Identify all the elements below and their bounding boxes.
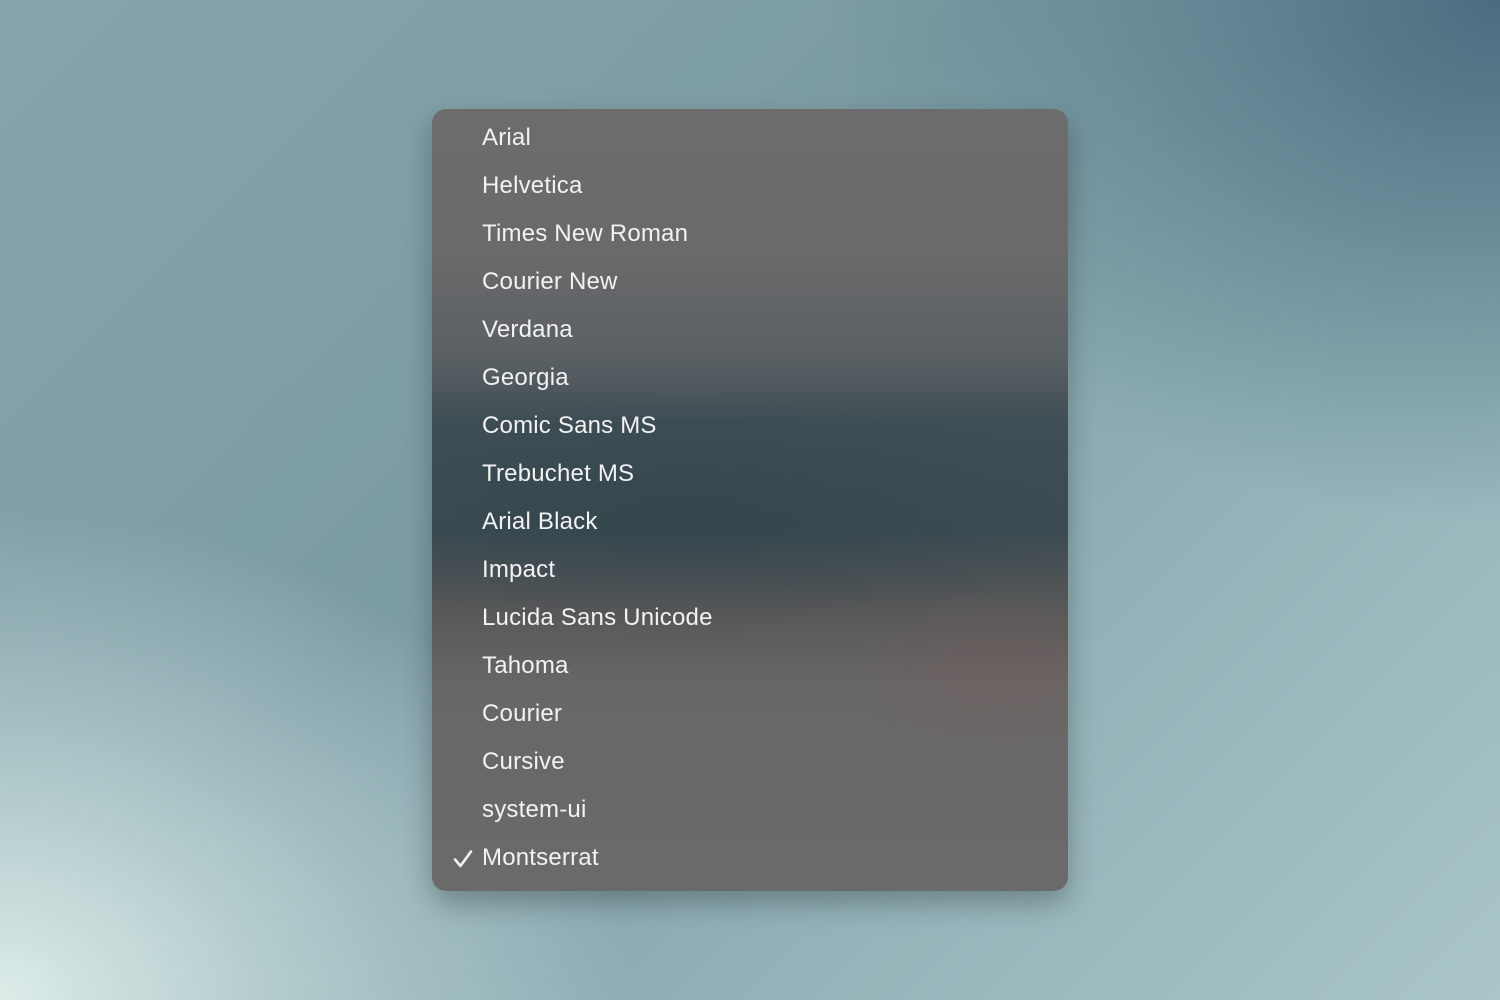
menu-item-label: Times New Roman [482,220,689,247]
menu-item-arial[interactable]: Arial [432,114,1068,162]
font-menu-list: Arial Helvetica Times New Roman Courier … [432,109,1068,882]
menu-item-trebuchet-ms[interactable]: Trebuchet MS [432,450,1068,498]
menu-item-cursive[interactable]: Cursive [432,738,1068,786]
menu-item-montserrat[interactable]: Montserrat [432,834,1068,882]
menu-item-verdana[interactable]: Verdana [432,306,1068,354]
menu-item-times-new-roman[interactable]: Times New Roman [432,210,1068,258]
menu-item-label: Helvetica [482,172,583,199]
menu-item-label: system-ui [482,796,587,823]
menu-item-label: Georgia [482,364,569,391]
menu-item-label: Comic Sans MS [482,412,657,439]
menu-item-label: Verdana [482,316,573,343]
font-dropdown-menu: Arial Helvetica Times New Roman Courier … [432,109,1068,891]
menu-item-label: Cursive [482,748,565,775]
menu-item-impact[interactable]: Impact [432,546,1068,594]
menu-item-label: Montserrat [482,844,599,871]
menu-item-label: Tahoma [482,652,569,679]
menu-item-arial-black[interactable]: Arial Black [432,498,1068,546]
menu-item-helvetica[interactable]: Helvetica [432,162,1068,210]
menu-item-label: Trebuchet MS [482,460,635,487]
menu-item-label: Arial [482,124,532,151]
menu-item-tahoma[interactable]: Tahoma [432,642,1068,690]
menu-item-comic-sans-ms[interactable]: Comic Sans MS [432,402,1068,450]
menu-item-label: Arial Black [482,508,598,535]
menu-item-georgia[interactable]: Georgia [432,354,1068,402]
menu-item-label: Courier [482,700,563,727]
desktop-background: Arial Helvetica Times New Roman Courier … [0,0,1500,1000]
menu-item-courier[interactable]: Courier [432,690,1068,738]
menu-item-courier-new[interactable]: Courier New [432,258,1068,306]
menu-item-system-ui[interactable]: system-ui [432,786,1068,834]
menu-item-lucida-sans-unicode[interactable]: Lucida Sans Unicode [432,594,1068,642]
menu-item-label: Courier New [482,268,618,295]
checkmark-icon [453,850,473,868]
menu-item-label: Lucida Sans Unicode [482,604,713,631]
menu-item-label: Impact [482,556,556,583]
